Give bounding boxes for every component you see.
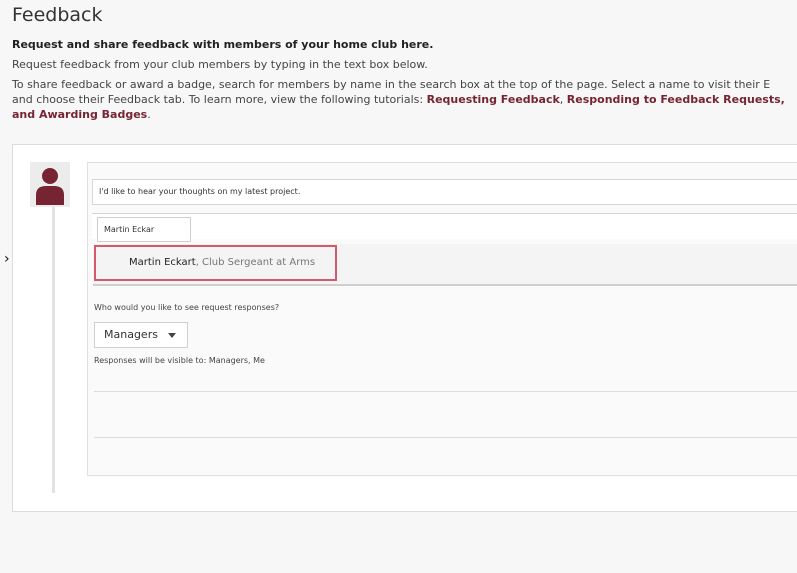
avatar [30,162,70,207]
timeline-line [52,207,55,493]
link-separator: , [559,93,567,106]
member-suggestion-list: Martin Eckart, Club Sergeant at Arms [93,244,797,286]
intro-line-3: and choose their Feedback tab. To learn … [12,93,785,106]
member-search-input[interactable]: Martin Eckar [97,217,191,242]
suggestion-role: , Club Sergeant at Arms [195,257,316,268]
link-requesting-feedback[interactable]: Requesting Feedback [427,93,560,106]
page-title: Feedback [12,4,103,26]
visibility-question: Who would you like to see request respon… [94,303,280,312]
visibility-selected-value: Managers [104,328,158,341]
visibility-note: Responses will be visible to: Managers, … [94,356,265,365]
intro-line-4: and Awarding Badges. [12,108,151,121]
intro-line-2: To share feedback or award a badge, sear… [12,78,771,91]
feedback-page: Feedback Request and share feedback with… [0,0,797,573]
intro-period: . [147,108,151,121]
link-awarding-badges[interactable]: and Awarding Badges [12,108,147,121]
mouse-cursor-icon: › [4,251,10,267]
intro-line-3-text: and choose their Feedback tab. To learn … [12,93,427,106]
feedback-request-panel: I'd like to hear your thoughts on my lat… [12,144,797,512]
intro-line-1: Request feedback from your club members … [12,58,428,71]
request-form: I'd like to hear your thoughts on my lat… [87,162,797,476]
page-subtitle: Request and share feedback with members … [12,38,434,51]
user-avatar-icon [36,168,64,205]
divider [94,391,797,392]
visibility-select[interactable]: Managers [94,322,188,348]
suggestion-name: Martin Eckart [129,257,196,268]
member-search-row: Martin Eckar [92,213,797,242]
request-message-input[interactable]: I'd like to hear your thoughts on my lat… [92,179,797,205]
link-responding-to-feedback[interactable]: Responding to Feedback Requests, [567,93,785,106]
suggestion-item-martin-eckart[interactable]: Martin Eckart, Club Sergeant at Arms [94,245,337,281]
divider [94,437,797,438]
chevron-down-icon [168,333,176,338]
